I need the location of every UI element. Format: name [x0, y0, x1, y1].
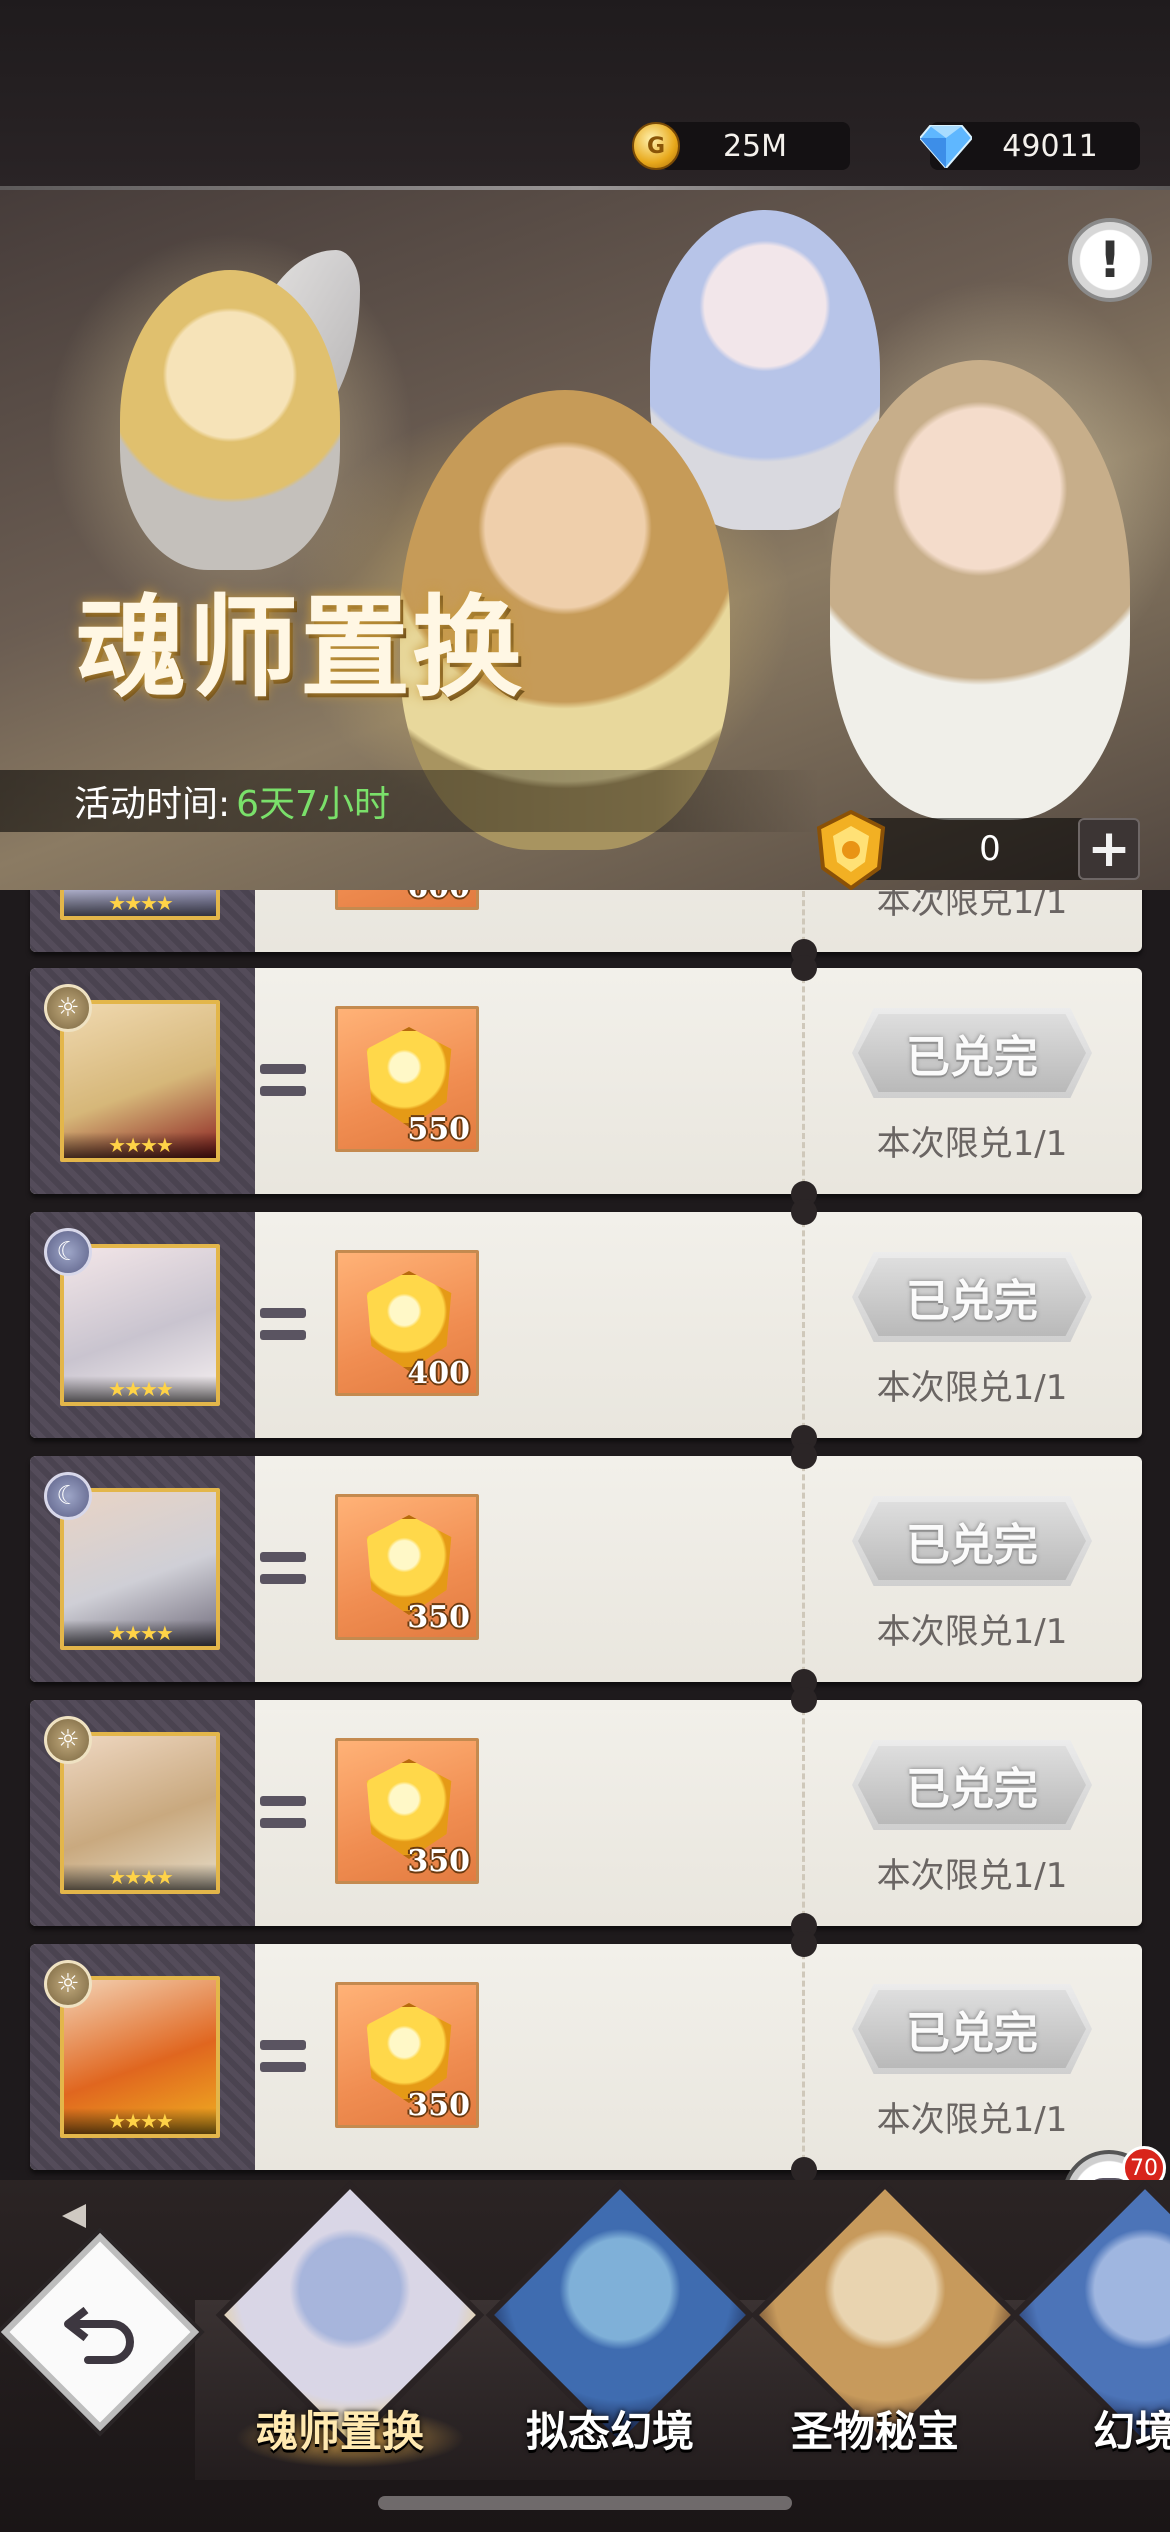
exchange-limit: 本次限兑1/1 — [876, 1612, 1068, 1652]
token-cost: 400 — [407, 1356, 470, 1391]
soul-token-icon — [816, 810, 886, 890]
token-count: 0 — [979, 829, 1001, 869]
gem-amount: 49011 — [1002, 128, 1098, 164]
token-cost-box[interactable]: 350 — [335, 1982, 479, 2128]
nav-tab[interactable]: 幻境 — [1010, 2180, 1170, 2510]
ticket-notch — [791, 2157, 817, 2180]
exchanged-button-label: 已兑完 — [858, 1746, 1086, 1824]
scroll-left-arrow-icon[interactable] — [62, 2204, 86, 2228]
token-cost-box[interactable]: 400 — [335, 1250, 479, 1396]
nav-tab-label: 圣物秘宝 — [790, 2407, 959, 2456]
ticket-notch — [791, 1931, 817, 1957]
exchanged-button-label: 已兑完 — [858, 1014, 1086, 1092]
equals-icon — [260, 2040, 310, 2076]
exchange-limit: 本次限兑1/1 — [876, 2100, 1068, 2140]
diamond-icon — [920, 125, 972, 168]
nav-tab-label: 魂师置换 — [255, 2407, 424, 2456]
event-time-label: 活动时间: — [74, 784, 231, 825]
nav-tab[interactable]: 圣物秘宝 — [750, 2180, 1020, 2510]
ticket-notch — [791, 955, 817, 981]
token-cost-box[interactable]: 550 — [335, 1006, 479, 1152]
event-title: 魂师置换 — [76, 583, 524, 712]
info-button[interactable]: ! — [1068, 218, 1152, 302]
exchanged-button[interactable]: 已兑完 — [852, 1008, 1092, 1098]
exchange-limit: 本次限兑1/1 — [876, 1856, 1068, 1896]
event-time-value: 6天7小时 — [236, 784, 390, 825]
exchange-list[interactable]: ★★★★ 600 本次限兑1/1 ☼ ★★★★ 550 已兑完 本次限兑1/1 … — [0, 890, 1170, 2180]
hero-portrait[interactable]: ★★★★ — [60, 890, 220, 920]
exchanged-button[interactable]: 已兑完 — [852, 1496, 1092, 1586]
token-cost-box[interactable]: 600 — [335, 890, 479, 910]
equals-icon — [260, 1796, 310, 1832]
event-banner: ! 魂师置换 活动时间: 6天7小时 0 + — [0, 190, 1170, 890]
nav-tab-label: 幻境 — [1092, 2407, 1170, 2456]
home-indicator — [378, 2496, 792, 2510]
add-token-button[interactable]: + — [1078, 818, 1140, 880]
hero-art-angel — [120, 270, 340, 570]
star-rating: ★★★★ — [64, 2108, 216, 2134]
exchange-row: ☼ ★★★★ 350 已兑完 本次限兑1/1 — [30, 1931, 1142, 2180]
exchange-limit: 本次限兑1/1 — [876, 890, 1068, 922]
sun-element-icon: ☼ — [44, 1960, 92, 2008]
hero-art-long-hair — [830, 360, 1130, 820]
nav-tab[interactable]: 拟态幻境 — [485, 2180, 755, 2510]
exchanged-button-label: 已兑完 — [858, 1990, 1086, 2068]
token-cost: 350 — [407, 2088, 470, 2123]
token-cost: 550 — [407, 1112, 470, 1147]
equals-icon — [260, 1308, 310, 1344]
exchanged-button[interactable]: 已兑完 — [852, 1984, 1092, 2074]
ticket-notch — [791, 1687, 817, 1713]
exchanged-button[interactable]: 已兑完 — [852, 1252, 1092, 1342]
exchange-row: ☾ ★★★★ 350 已兑完 本次限兑1/1 — [30, 1443, 1142, 1695]
token-cost: 350 — [407, 1844, 470, 1879]
star-rating: ★★★★ — [64, 1132, 216, 1158]
exclamation-icon: ! — [1098, 231, 1122, 289]
exchange-limit: 本次限兑1/1 — [876, 1368, 1068, 1408]
nav-tab-label: 拟态幻境 — [525, 2407, 694, 2456]
event-time-bar: 活动时间: 6天7小时 — [0, 770, 820, 832]
return-arrow-icon — [64, 2306, 134, 2364]
exchanged-button-label: 已兑完 — [858, 1502, 1086, 1580]
token-cost-box[interactable]: 350 — [335, 1738, 479, 1884]
gold-counter[interactable]: 25M — [660, 122, 850, 170]
ticket-notch — [791, 1443, 817, 1469]
star-rating: ★★★★ — [64, 1376, 216, 1402]
moon-element-icon: ☾ — [44, 1472, 92, 1520]
ticket-notch — [791, 1199, 817, 1225]
exchange-row: ☾ ★★★★ 400 已兑完 本次限兑1/1 — [30, 1199, 1142, 1451]
exchange-limit: 本次限兑1/1 — [876, 1124, 1068, 1164]
star-rating: ★★★★ — [64, 1620, 216, 1646]
gold-coin-icon — [632, 122, 680, 170]
sun-element-icon: ☼ — [44, 1716, 92, 1764]
exchanged-button[interactable]: 已兑完 — [852, 1740, 1092, 1830]
moon-element-icon: ☾ — [44, 1228, 92, 1276]
equals-icon — [260, 1064, 310, 1100]
star-rating: ★★★★ — [64, 890, 216, 916]
token-cost: 600 — [407, 890, 470, 905]
gold-amount: 25M — [722, 128, 788, 164]
token-cost-box[interactable]: 350 — [335, 1494, 479, 1640]
exchange-row: ☼ ★★★★ 350 已兑完 本次限兑1/1 — [30, 1687, 1142, 1939]
exchange-row: ☼ ★★★★ 550 已兑完 本次限兑1/1 — [30, 955, 1142, 1207]
sun-element-icon: ☼ — [44, 984, 92, 1032]
exchanged-button-label: 已兑完 — [858, 1258, 1086, 1336]
star-rating: ★★★★ — [64, 1864, 216, 1890]
exchange-row-partial: ★★★★ 600 本次限兑1/1 — [30, 890, 1142, 965]
nav-tab[interactable]: 魂师置换 — [215, 2180, 485, 2510]
token-cost: 350 — [407, 1600, 470, 1635]
equals-icon — [260, 1552, 310, 1588]
